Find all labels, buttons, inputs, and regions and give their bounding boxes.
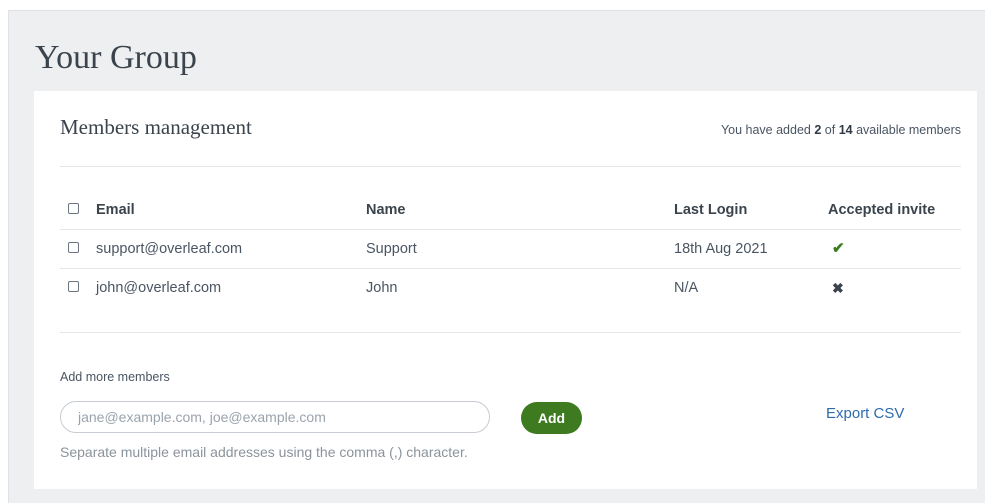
table-row: support@overleaf.com Support 18th Aug 20… (60, 230, 961, 269)
counter-prefix: You have added (720, 123, 811, 137)
member-email: support@overleaf.com (96, 241, 243, 257)
table-bottom-divider (60, 332, 961, 333)
table-row: john@overleaf.com John N/A ✖ (60, 269, 961, 307)
member-last-login: N/A (674, 280, 699, 296)
members-card: Members management You have added 2 of 1… (34, 91, 977, 489)
table-header-row: Email Name Last Login Accepted invite (60, 191, 961, 230)
members-counter: You have added 2 of 14 available members (721, 123, 961, 137)
add-button[interactable]: Add (521, 402, 582, 434)
column-header-accepted-invite: Accepted invite (828, 202, 936, 218)
counter-of: of (824, 123, 836, 137)
row-checkbox[interactable] (68, 269, 79, 307)
row-checkbox[interactable] (68, 230, 79, 268)
header-divider (60, 166, 961, 167)
add-members-label: Add more members (60, 370, 170, 384)
counter-added: 2 (814, 123, 822, 137)
accepted-invite-cell: ✖ (828, 269, 844, 308)
page-title: Your Group (35, 39, 197, 76)
column-header-name: Name (366, 202, 406, 218)
members-table: Email Name Last Login Accepted invite su… (60, 191, 961, 307)
counter-available: 14 (838, 123, 853, 137)
member-name: Support (366, 241, 417, 257)
check-icon: ✔ (832, 240, 845, 257)
column-header-last-login: Last Login (674, 202, 748, 218)
select-all-checkbox[interactable] (68, 191, 79, 229)
members-heading: Members management (60, 115, 252, 139)
add-members-email-input[interactable] (60, 401, 490, 433)
column-header-email: Email (96, 202, 135, 218)
page-frame: Your Group Members management You have a… (8, 10, 985, 503)
email-help-text: Separate multiple email addresses using … (60, 444, 468, 460)
export-csv-link[interactable]: Export CSV (826, 405, 904, 422)
member-email: john@overleaf.com (96, 280, 222, 296)
counter-suffix: available members (856, 123, 961, 137)
cross-icon: ✖ (832, 280, 844, 296)
accepted-invite-cell: ✔ (828, 230, 845, 268)
member-last-login: 18th Aug 2021 (674, 241, 768, 257)
member-name: John (366, 280, 398, 296)
